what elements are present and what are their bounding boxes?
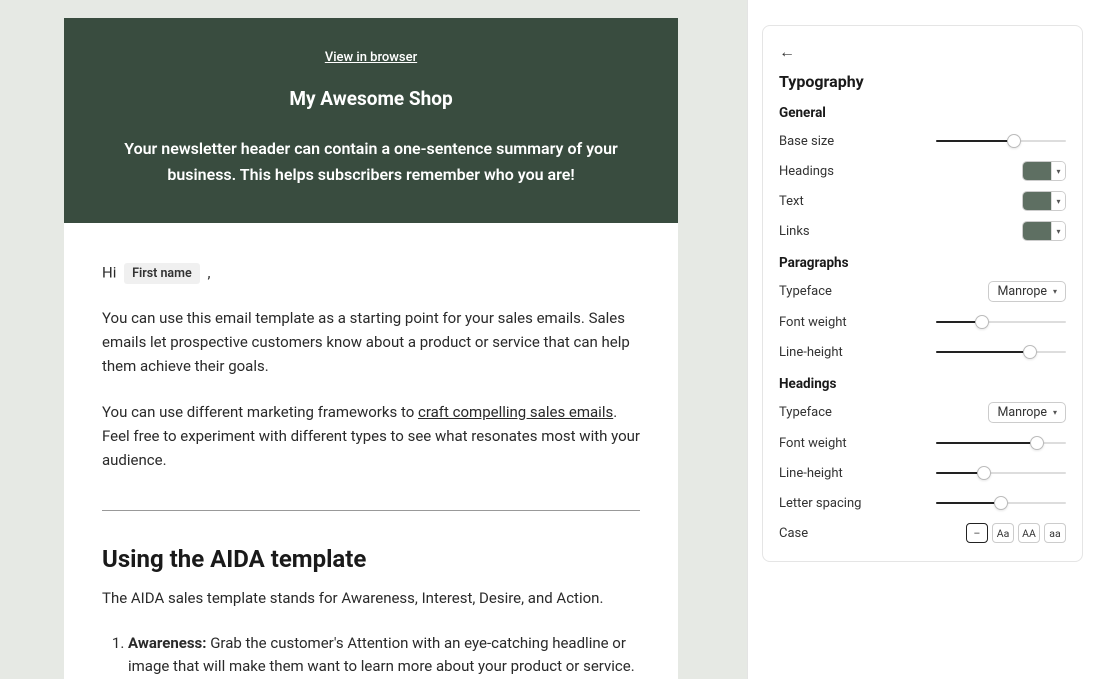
- label-text-color: Text: [779, 194, 804, 209]
- label-head-font-weight: Font weight: [779, 436, 847, 451]
- subsection-paragraphs: Paragraphs: [779, 255, 1066, 271]
- swatch-color: [1023, 192, 1051, 210]
- dropdown-para-typeface[interactable]: Manrope ▾: [988, 281, 1066, 302]
- body-paragraph-1: You can use this email template as a sta…: [102, 306, 640, 378]
- label-head-case: Case: [779, 526, 808, 541]
- aida-list: Awareness: Grab the customer's Attention…: [102, 632, 640, 679]
- slider-base-size[interactable]: [936, 134, 1066, 148]
- email-body: Hi First name , You can use this email t…: [64, 223, 678, 679]
- slider-head-font-weight[interactable]: [936, 436, 1066, 450]
- dropdown-head-typeface[interactable]: Manrope ▾: [988, 402, 1066, 423]
- greeting-prefix: Hi: [102, 263, 116, 281]
- side-panel-wrap: ← Typography General Base size Headings …: [747, 0, 1097, 679]
- chevron-down-icon: ▾: [1051, 162, 1065, 180]
- typography-panel: ← Typography General Base size Headings …: [762, 25, 1083, 562]
- control-para-font-weight: Font weight: [779, 312, 1066, 332]
- control-head-letter-spacing: Letter spacing: [779, 493, 1066, 513]
- label-head-typeface: Typeface: [779, 405, 832, 420]
- case-btn-title[interactable]: Aa: [992, 523, 1014, 543]
- color-swatch-text[interactable]: ▾: [1022, 191, 1066, 211]
- slider-para-line-height[interactable]: [936, 345, 1066, 359]
- slider-head-letter-spacing[interactable]: [936, 496, 1066, 510]
- color-swatch-links[interactable]: ▾: [1022, 221, 1066, 241]
- case-btn-lower[interactable]: aa: [1044, 523, 1066, 543]
- greeting-suffix: ,: [207, 263, 210, 281]
- chevron-down-icon: ▾: [1051, 192, 1065, 210]
- shop-title: My Awesome Shop: [124, 87, 618, 110]
- label-links-color: Links: [779, 224, 810, 239]
- color-swatch-headings[interactable]: ▾: [1022, 161, 1066, 181]
- body-paragraph-2: You can use different marketing framewor…: [102, 400, 640, 472]
- control-head-font-weight: Font weight: [779, 433, 1066, 453]
- chevron-down-icon: ▾: [1053, 287, 1057, 296]
- list-item: Awareness: Grab the customer's Attention…: [128, 632, 640, 679]
- chevron-down-icon: ▾: [1051, 222, 1065, 240]
- control-head-case: Case – Aa AA aa: [779, 523, 1066, 543]
- dropdown-value: Manrope: [997, 405, 1047, 420]
- email-preview-area: View in browser My Awesome Shop Your new…: [0, 0, 747, 679]
- craft-sales-emails-link[interactable]: craft compelling sales emails: [418, 403, 613, 421]
- dropdown-value: Manrope: [997, 284, 1047, 299]
- control-base-size: Base size: [779, 131, 1066, 151]
- case-toggle-group: – Aa AA aa: [966, 523, 1066, 543]
- header-summary: Your newsletter header can contain a one…: [124, 136, 618, 189]
- swatch-color: [1023, 162, 1051, 180]
- greeting-line: Hi First name ,: [102, 263, 640, 284]
- swatch-color: [1023, 222, 1051, 240]
- control-para-line-height: Line-height: [779, 342, 1066, 362]
- view-in-browser-link[interactable]: View in browser: [325, 50, 417, 65]
- label-head-letter-spacing: Letter spacing: [779, 496, 861, 511]
- slider-head-line-height[interactable]: [936, 466, 1066, 480]
- subsection-headings: Headings: [779, 376, 1066, 392]
- email-header: View in browser My Awesome Shop Your new…: [64, 18, 678, 223]
- case-btn-upper[interactable]: AA: [1018, 523, 1040, 543]
- label-para-typeface: Typeface: [779, 284, 832, 299]
- control-para-typeface: Typeface Manrope ▾: [779, 281, 1066, 302]
- subsection-general: General: [779, 105, 1066, 121]
- para2-text-a: You can use different marketing framewor…: [102, 403, 418, 421]
- case-btn-none[interactable]: –: [966, 523, 988, 543]
- label-para-font-weight: Font weight: [779, 315, 847, 330]
- panel-title: Typography: [779, 72, 1066, 91]
- divider: [102, 510, 640, 511]
- label-headings-color: Headings: [779, 164, 834, 179]
- label-para-line-height: Line-height: [779, 345, 843, 360]
- back-arrow-icon[interactable]: ←: [779, 42, 795, 62]
- label-base-size: Base size: [779, 134, 834, 149]
- control-links-color: Links ▾: [779, 221, 1066, 241]
- control-headings-color: Headings ▾: [779, 161, 1066, 181]
- section-heading-aida: Using the AIDA template: [102, 545, 640, 573]
- section-intro: The AIDA sales template stands for Aware…: [102, 587, 640, 610]
- email-card: View in browser My Awesome Shop Your new…: [64, 18, 678, 679]
- label-head-line-height: Line-height: [779, 466, 843, 481]
- slider-para-font-weight[interactable]: [936, 315, 1066, 329]
- control-head-typeface: Typeface Manrope ▾: [779, 402, 1066, 423]
- chevron-down-icon: ▾: [1053, 408, 1057, 417]
- aida-label-awareness: Awareness:: [128, 634, 206, 652]
- control-text-color: Text ▾: [779, 191, 1066, 211]
- merge-tag-first-name[interactable]: First name: [124, 263, 200, 284]
- control-head-line-height: Line-height: [779, 463, 1066, 483]
